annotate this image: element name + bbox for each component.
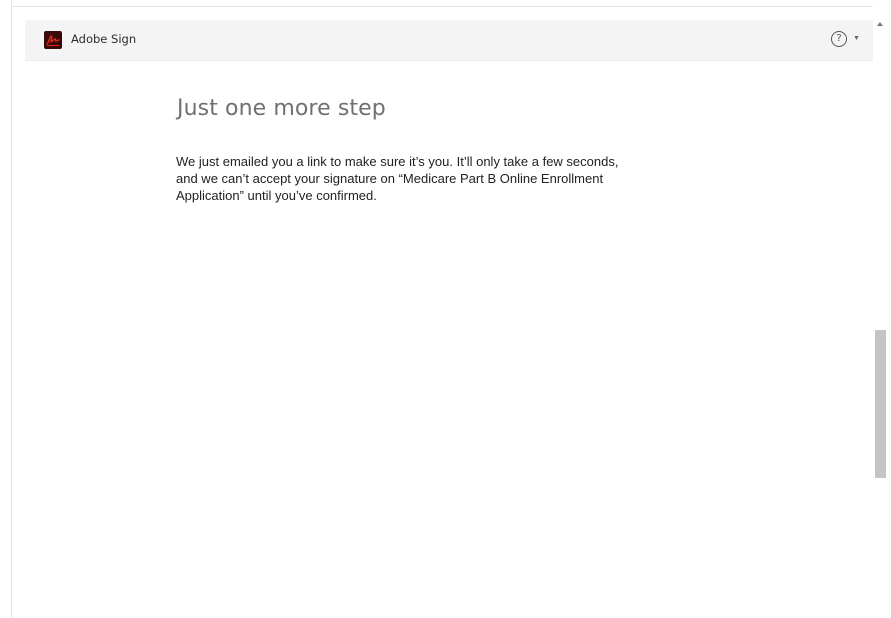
scrollbar-thumb[interactable] bbox=[875, 330, 886, 478]
window-left-border bbox=[11, 0, 12, 618]
confirmation-message: We just emailed you a link to make sure … bbox=[176, 153, 696, 204]
page-title: Just one more step bbox=[177, 96, 386, 121]
app-name: Adobe Sign bbox=[71, 32, 137, 46]
vertical-scrollbar[interactable] bbox=[873, 20, 889, 618]
message-line: We just emailed you a link to make sure … bbox=[176, 154, 619, 169]
message-line: Application” until you’ve confirmed. bbox=[176, 188, 377, 203]
adobe-sign-logo-icon bbox=[44, 31, 62, 49]
app-window: Adobe Sign ? ▼ Just one more step We jus… bbox=[0, 0, 891, 618]
window-top-border bbox=[11, 6, 873, 7]
caret-down-icon: ▼ bbox=[853, 35, 860, 42]
help-menu-button[interactable]: ? ▼ bbox=[831, 31, 865, 51]
app-header: Adobe Sign ? ▼ bbox=[25, 20, 873, 61]
question-mark-circle-icon: ? bbox=[831, 31, 847, 47]
scroll-up-arrow-icon[interactable] bbox=[877, 22, 883, 26]
message-line: and we can’t accept your signature on “M… bbox=[176, 171, 604, 186]
